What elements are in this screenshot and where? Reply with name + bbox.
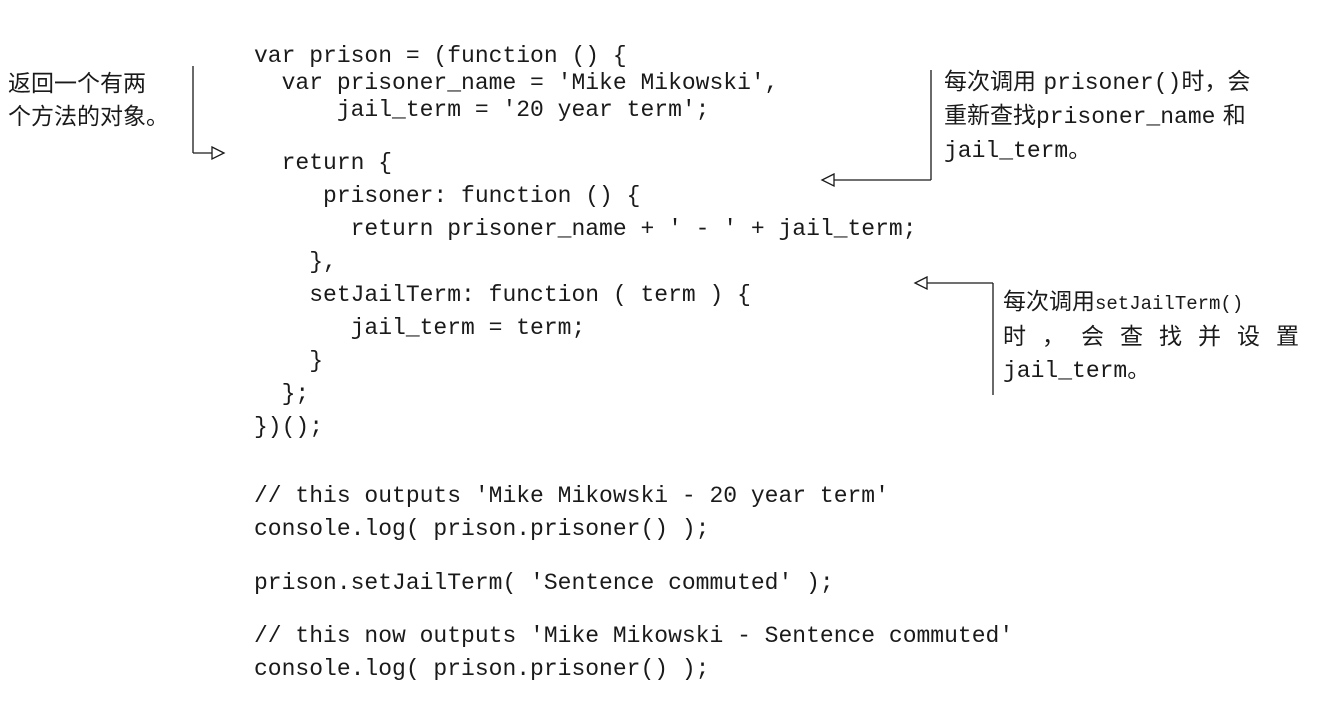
callout-arrow-left bbox=[192, 66, 226, 161]
callout-arrow-right-top bbox=[820, 70, 932, 188]
code-line: console.log( prison.prisoner() ); bbox=[254, 656, 710, 682]
callout-arrow-right-bottom bbox=[913, 275, 994, 395]
callout-connectors bbox=[192, 66, 994, 395]
